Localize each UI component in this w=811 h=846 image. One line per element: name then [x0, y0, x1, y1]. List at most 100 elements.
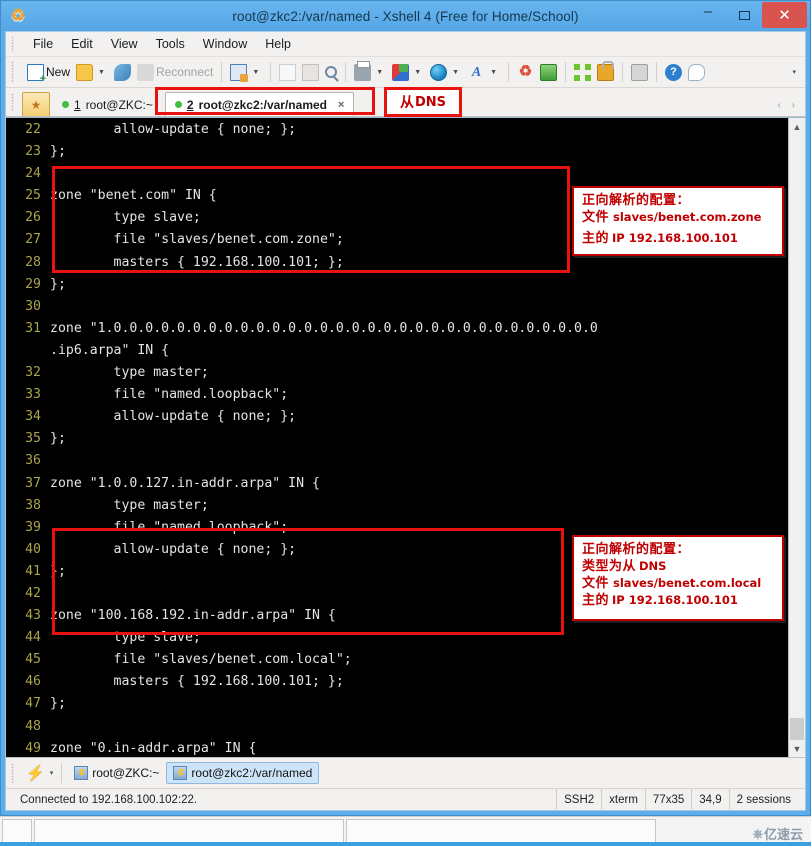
xshell-icon: ♻ [518, 63, 533, 80]
paste-button[interactable] [299, 62, 322, 83]
session-icon [173, 766, 188, 780]
menu-tools[interactable]: Tools [147, 34, 194, 54]
maximize-button[interactable] [726, 3, 762, 27]
terminal-line-text: }; [50, 276, 66, 292]
terminal-line-number: 28 [25, 254, 41, 270]
terminal-line-number: 38 [25, 497, 41, 513]
new-session-icon [27, 63, 46, 85]
tab-session-1[interactable]: 1 root@ZKC:~ [52, 92, 163, 116]
terminal-line: 24 [6, 163, 788, 185]
terminal-line: 32 type master; [6, 362, 788, 384]
copy-button[interactable] [276, 62, 299, 83]
properties-caret-icon[interactable]: ▼ [249, 69, 262, 76]
lock-button[interactable] [594, 60, 617, 83]
tab-session-2[interactable]: 2 root@zkc2:/var/named × [164, 92, 355, 116]
terminal-line: 38 type master; [6, 495, 788, 517]
quick-connect-icon[interactable]: ⚡ [24, 764, 47, 782]
session-bar: ⚡ ▾ root@ZKC:~ root@zkc2:/var/named [6, 757, 805, 788]
color-caret-icon[interactable]: ▼ [411, 69, 424, 76]
globe-caret-icon[interactable]: ▼ [449, 69, 462, 76]
toolbar-separator [656, 62, 658, 82]
toolbar-separator [508, 62, 510, 82]
arrange-button[interactable] [571, 62, 594, 83]
terminal-line-text: type slave; [50, 210, 201, 226]
new-session-button[interactable]: New [24, 62, 73, 85]
minimize-button[interactable]: – [690, 3, 726, 27]
terminal-line: 30 [6, 296, 788, 318]
new-session-label: New [46, 65, 71, 79]
font-button[interactable]: A ▼ [465, 62, 503, 83]
menu-view[interactable]: View [102, 34, 147, 54]
terminal-line-number: 46 [25, 674, 41, 690]
connect-button[interactable] [111, 62, 134, 83]
terminal-line: 46 masters { 192.168.100.101; }; [6, 671, 788, 693]
status-term-type: xterm [601, 788, 645, 811]
open-session-button[interactable]: ▼ [73, 62, 111, 83]
home-tab-icon[interactable]: ★ [22, 92, 50, 116]
xshell-button[interactable]: ♻ [514, 62, 537, 83]
terminal-line-number: 48 [25, 718, 41, 734]
window-title: root@zkc2:/var/named - Xshell 4 (Free fo… [232, 8, 579, 24]
color-scheme-button[interactable]: ▼ [389, 62, 427, 83]
encoding-button[interactable]: ▼ [427, 62, 465, 83]
annotation-dns-tag: 从 DNS [384, 87, 462, 117]
terminal-line-number: 43 [25, 608, 41, 624]
terminal-line-text: type master; [50, 365, 209, 381]
status-cursor-pos: 34,9 [691, 788, 728, 811]
print-button[interactable]: ▼ [351, 60, 389, 83]
menu-window[interactable]: Window [194, 34, 256, 54]
terminal-line-text: type slave; [50, 630, 201, 646]
xshell-window: ♻ root@zkc2:/var/named - Xshell 4 (Free … [0, 0, 811, 816]
tab-close-icon[interactable]: × [338, 99, 344, 111]
session-button-1[interactable]: root@ZKC:~ [67, 762, 166, 784]
window-titlebar[interactable]: ♻ root@zkc2:/var/named - Xshell 4 (Free … [1, 1, 810, 31]
tab-scroll-nav[interactable]: ‹ › [778, 100, 799, 111]
terminal-line-text: file "named.loopback"; [50, 387, 289, 403]
terminal-scrollbar[interactable]: ▲ ▼ [788, 118, 805, 778]
session-1-label: root@ZKC:~ [92, 766, 160, 780]
terminal-line-number: 45 [25, 652, 41, 668]
menu-file[interactable]: File [24, 34, 62, 54]
terminal-line: 45 file "slaves/benet.com.local"; [6, 649, 788, 671]
callout2-line4-value: IP 192.168.100.101 [612, 593, 738, 607]
scroll-down-icon[interactable]: ▼ [789, 740, 805, 757]
terminal-line: 35}; [6, 428, 788, 450]
help-button[interactable]: ? [662, 62, 685, 83]
keyboard-button[interactable] [628, 62, 651, 83]
terminal-line-number: 34 [25, 409, 41, 425]
chat-button[interactable] [685, 62, 708, 83]
watermark-text: 亿速云 [763, 827, 803, 842]
terminal-line-number: 42 [25, 585, 41, 601]
tab-1-label: root@ZKC:~ [85, 97, 153, 112]
terminal-line: 36 [6, 450, 788, 472]
dns-tag-en: DNS [414, 94, 447, 110]
font-caret-icon[interactable]: ▼ [487, 69, 500, 76]
terminal-line-text: }; [50, 144, 66, 160]
properties-button[interactable]: ▼ [227, 62, 265, 83]
terminal-line-number: 40 [25, 541, 41, 557]
terminal-line: 47}; [6, 693, 788, 715]
dns-tag-zh: 从 [399, 95, 414, 111]
close-button[interactable]: ✕ [762, 2, 807, 28]
terminal-line: 48 [6, 716, 788, 738]
window-client-area: File Edit View Tools Window Help New ▼ [5, 31, 806, 811]
menu-help[interactable]: Help [256, 34, 300, 54]
menu-edit[interactable]: Edit [62, 34, 102, 54]
xftp-button[interactable] [537, 62, 560, 83]
terminal-line-number: 22 [25, 122, 41, 137]
copy-icon [279, 63, 297, 81]
toolbar-overflow-icon[interactable]: ▾ [789, 68, 799, 76]
font-icon: A [471, 64, 482, 80]
terminal-line-number: 30 [25, 298, 41, 314]
open-folder-caret-icon[interactable]: ▼ [95, 69, 108, 76]
find-button[interactable] [322, 64, 340, 80]
terminal-line-number: 39 [25, 519, 41, 535]
print-icon [354, 60, 372, 81]
session-button-2[interactable]: root@zkc2:/var/named [166, 762, 320, 784]
print-caret-icon[interactable]: ▼ [373, 69, 386, 76]
quick-connect-caret-icon[interactable]: ▾ [47, 769, 57, 777]
reconnect-button: Reconnect [134, 62, 216, 83]
status-message: Connected to 192.168.100.102:22. [20, 793, 198, 806]
scroll-up-icon[interactable]: ▲ [789, 118, 805, 135]
open-folder-icon [76, 63, 94, 81]
